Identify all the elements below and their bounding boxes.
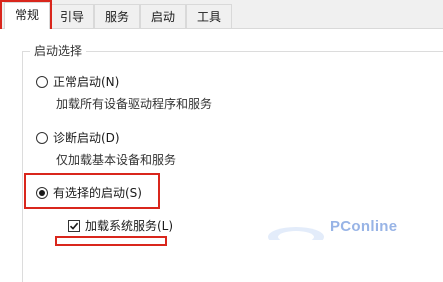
radio-button-icon[interactable] <box>36 75 48 88</box>
option-description: 仅加载基本设备和服务 <box>56 153 177 167</box>
radio-normal-startup[interactable]: 正常启动(N) <box>36 73 119 90</box>
radio-button-selected-icon[interactable] <box>36 186 48 199</box>
checkbox-load-system-services[interactable]: 加载系统服务(L) <box>68 217 173 234</box>
radio-diagnostic-startup[interactable]: 诊断启动(D) <box>36 129 120 146</box>
radio-button-icon[interactable] <box>36 131 48 144</box>
radio-selective-startup[interactable]: 有选择的启动(S) <box>36 184 142 201</box>
checkbox-checked-icon[interactable] <box>68 219 80 232</box>
radio-label: 诊断启动(D) <box>53 131 120 145</box>
general-panel: 启动选择 正常启动(N) 加载所有设备驱动程序和服务 诊断启动(D) 仅加载基本… <box>0 29 443 282</box>
group-title: 启动选择 <box>30 42 87 59</box>
radio-label: 正常启动(N) <box>53 75 120 89</box>
checkbox-label: 加载系统服务(L) <box>85 219 174 233</box>
tab-tools[interactable]: 工具 <box>186 4 232 28</box>
watermark-text: PConline <box>330 218 398 235</box>
option-description: 加载所有设备驱动程序和服务 <box>56 97 213 111</box>
tab-services[interactable]: 服务 <box>94 4 140 28</box>
radio-label: 有选择的启动(S) <box>53 186 142 200</box>
tab-bar: 常规 引导 服务 启动 工具 <box>0 0 443 29</box>
tab-boot[interactable]: 引导 <box>50 4 94 28</box>
tab-general[interactable]: 常规 <box>4 2 50 29</box>
tab-startup[interactable]: 启动 <box>140 4 186 28</box>
watermark-logo-icon <box>268 227 324 240</box>
watermark: PConline <box>266 215 443 240</box>
